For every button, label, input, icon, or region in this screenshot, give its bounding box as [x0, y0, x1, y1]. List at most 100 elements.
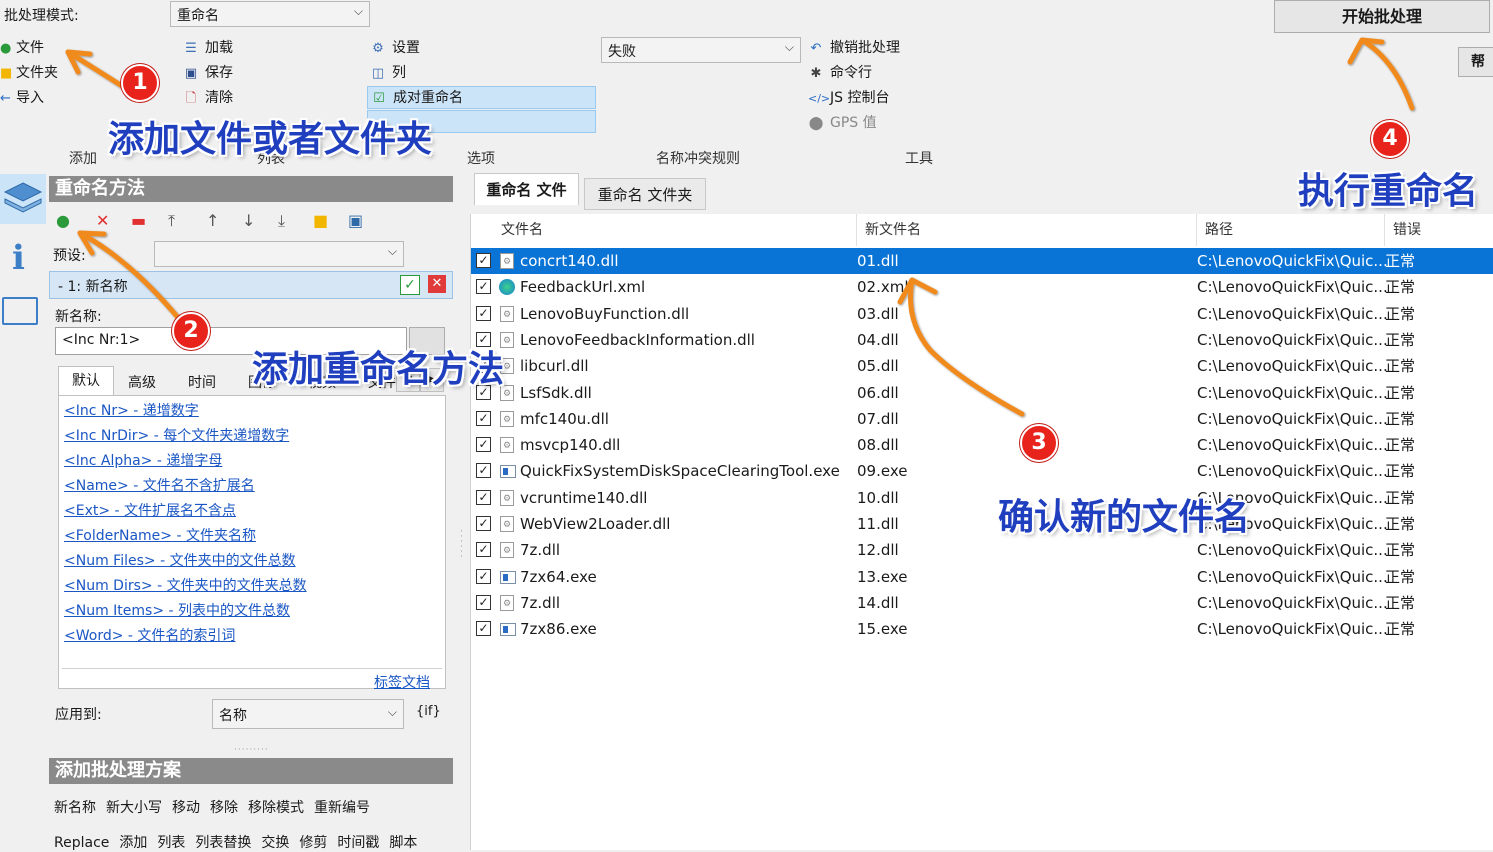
table-row[interactable]: ✓ ⚙ vcruntime140.dll 10.dll C:\LenovoQuickFi… [471, 485, 1493, 511]
table-row[interactable]: ✓ 7zx86.exe 15.exe C:\LenovoQuickFix\Quic..… [471, 616, 1493, 642]
pair-rename-toggle[interactable]: ☑ 成对重命名 [367, 86, 596, 109]
move-up-icon[interactable]: ↑ [206, 211, 219, 230]
help-button[interactable]: 帮 [1458, 47, 1493, 77]
table-row[interactable]: ✓ ⚙ LsfSdk.dll 06.dll C:\LenovoQuickFix\Quic… [471, 380, 1493, 406]
settings-button[interactable]: ⚙ 设置 [370, 37, 420, 59]
row-checkbox[interactable]: ✓ [476, 279, 491, 295]
open-folder-icon[interactable]: ■ [313, 211, 328, 230]
columns-button[interactable]: ◫ 列 [370, 62, 406, 84]
row-checkbox[interactable]: ✓ [476, 594, 491, 610]
batch-method-link[interactable]: 重新编号 [314, 800, 370, 816]
tag-link[interactable]: <Name> - 文件名不含扩展名 [64, 475, 255, 495]
add-folder-button[interactable]: ■ 文件夹 [0, 62, 58, 84]
batch-method-link[interactable]: Replace [54, 835, 109, 851]
folder-outline-icon[interactable] [2, 297, 38, 325]
row-checkbox[interactable]: ✓ [476, 410, 491, 426]
import-button[interactable]: ← 导入 [0, 87, 44, 109]
tab-rename-files[interactable]: 重命名 文件 [474, 173, 579, 205]
if-button[interactable]: {if} [416, 704, 441, 719]
tag-link[interactable]: <Ext> - 文件扩展名不含点 [64, 500, 236, 520]
sidebar-methods-tab[interactable] [0, 174, 46, 224]
preset-select[interactable]: ⌵ [154, 241, 404, 267]
enable-checkbox-icon[interactable]: ✓ [400, 275, 420, 295]
table-row[interactable]: ✓ ⚙ 7z.dll 12.dll C:\LenovoQuickFix\Quic... 正… [471, 537, 1493, 563]
filename-cell: 7z.dll [520, 593, 561, 612]
vertical-splitter[interactable]: · · · · · · [460, 528, 466, 562]
batch-method-link[interactable]: 移除模式 [248, 800, 304, 816]
batch-method-link[interactable]: 新大小写 [106, 800, 162, 816]
info-icon[interactable]: i [12, 238, 25, 278]
row-checkbox[interactable]: ✓ [476, 305, 491, 321]
table-row[interactable]: ✓ ⚙ mfc140u.dll 07.dll C:\LenovoQuickFix\Qui… [471, 406, 1493, 432]
table-row[interactable]: ✓ ⚙ LenovoBuyFunction.dll 03.dll C:\LenovoQu… [471, 301, 1493, 327]
column-header-newname[interactable]: 新文件名 [857, 214, 1197, 246]
undo-batch-button[interactable]: ↶ 撤销批处理 [808, 37, 900, 59]
save-button[interactable]: ▣ 保存 [183, 62, 233, 84]
row-checkbox[interactable]: ✓ [476, 463, 491, 479]
command-line-button[interactable]: ✱ 命令行 [808, 62, 872, 84]
column-header-error[interactable]: 错误 [1385, 214, 1493, 246]
move-top-icon[interactable]: ⤒ [168, 211, 175, 231]
batch-method-link[interactable]: 移动 [172, 800, 200, 816]
table-row[interactable]: ✓ ⚙ libcurl.dll 05.dll C:\LenovoQuickFix\Qui… [471, 353, 1493, 379]
table-row[interactable]: ✓ ⚙ LenovoFeedbackInformation.dll 04.dll C:\… [471, 327, 1493, 353]
table-row[interactable]: ✓ ⚙ WebView2Loader.dll 11.dll C:\LenovoQuick… [471, 511, 1493, 537]
status-cell: 正常 [1385, 567, 1416, 586]
batch-method-link[interactable]: 新名称 [54, 800, 96, 816]
table-row[interactable]: ✓ ⚙ msvcp140.dll 08.dll C:\LenovoQuickFix\Qu… [471, 432, 1493, 458]
batch-method-link[interactable]: 时间戳 [337, 835, 379, 851]
table-row[interactable]: ✓ 7zx64.exe 13.exe C:\LenovoQuickFix\Quic..… [471, 564, 1493, 590]
tab-time[interactable]: 时间 [188, 372, 216, 392]
delete-all-icon[interactable]: ▬ [131, 211, 146, 230]
row-checkbox[interactable]: ✓ [476, 621, 491, 637]
table-row[interactable]: ✓ ⚙ concrt140.dll 01.dll C:\LenovoQuickFix\Q… [471, 248, 1493, 274]
batch-method-link[interactable]: 添加 [119, 835, 147, 851]
tag-link[interactable]: <Inc NrDir> - 每个文件夹递增数字 [64, 425, 289, 445]
row-checkbox[interactable]: ✓ [476, 489, 491, 505]
batch-method-link[interactable]: 脚本 [389, 835, 417, 851]
batch-method-link[interactable]: 列表替换 [195, 835, 251, 851]
row-checkbox[interactable]: ✓ [476, 253, 491, 268]
table-row[interactable]: ✓ FeedbackUrl.xml 02.xml C:\LenovoQuickFix\… [471, 274, 1493, 300]
row-checkbox[interactable]: ✓ [476, 568, 491, 584]
tag-link[interactable]: <Inc Nr> - 递增数字 [64, 400, 199, 420]
row-checkbox[interactable]: ✓ [476, 516, 491, 531]
start-batch-button[interactable]: 开始批处理 [1274, 0, 1490, 33]
move-bottom-icon[interactable]: ⤓ [278, 211, 285, 231]
tag-link[interactable]: <FolderName> - 文件夹名称 [64, 525, 256, 545]
row-checkbox[interactable]: ✓ [476, 542, 491, 558]
batch-method-link[interactable]: 交换 [261, 835, 289, 851]
move-down-icon[interactable]: ↓ [242, 211, 255, 230]
tag-link[interactable]: <Num Items> - 列表中的文件总数 [64, 600, 290, 620]
remove-method-icon[interactable]: ✕ [428, 275, 446, 293]
tag-link[interactable]: <Word> - 文件名的索引词 [64, 625, 235, 645]
delete-method-icon[interactable]: ✕ [96, 211, 109, 230]
batch-method-link[interactable]: 移除 [210, 800, 238, 816]
tab-rename-folders[interactable]: 重命名 文件夹 [584, 178, 706, 210]
batch-method-link[interactable]: 列表 [157, 835, 185, 851]
batch-method-link[interactable]: 修剪 [299, 835, 327, 851]
clear-button[interactable]: 🗋 清除 [183, 87, 233, 109]
table-row[interactable]: ✓ QuickFixSystemDiskSpaceClearingTool.exe… [471, 458, 1493, 484]
apply-to-select[interactable]: 名称 ⌵ [212, 699, 404, 729]
add-file-button[interactable]: ● 文件 [0, 37, 44, 59]
conflict-rule-select[interactable]: 失败 ⌵ [601, 37, 801, 63]
column-header-path[interactable]: 路径 [1197, 214, 1385, 246]
gps-value-button[interactable]: ⬤ GPS 值 [808, 112, 877, 134]
js-console-button[interactable]: </>JS 控制台 [808, 87, 889, 109]
tag-link[interactable]: <Inc Alpha> - 递增字母 [64, 450, 222, 470]
method-item[interactable]: - 1: 新名称 ✓ ✕ [49, 271, 453, 299]
splitter-grip[interactable]: ········· [234, 745, 269, 755]
batch-mode-select[interactable]: 重命名 ⌵ [170, 1, 370, 27]
tab-advanced[interactable]: 高级 [128, 372, 156, 392]
row-checkbox[interactable]: ✓ [476, 437, 491, 453]
load-button[interactable]: ☰ 加载 [183, 37, 233, 59]
table-row[interactable]: ✓ ⚙ 7z.dll 14.dll C:\LenovoQuickFix\Quic... 正… [471, 590, 1493, 616]
add-method-icon[interactable]: ● [56, 211, 70, 230]
tag-doc-link[interactable]: 标签文档 [374, 672, 430, 692]
column-header-filename[interactable]: 文件名 [493, 214, 857, 246]
tab-default[interactable]: 默认 [58, 366, 114, 396]
tag-link[interactable]: <Num Files> - 文件夹中的文件总数 [64, 550, 296, 570]
tag-link[interactable]: <Num Dirs> - 文件夹中的文件夹总数 [64, 575, 307, 595]
save-method-icon[interactable]: ▣ [348, 211, 363, 230]
